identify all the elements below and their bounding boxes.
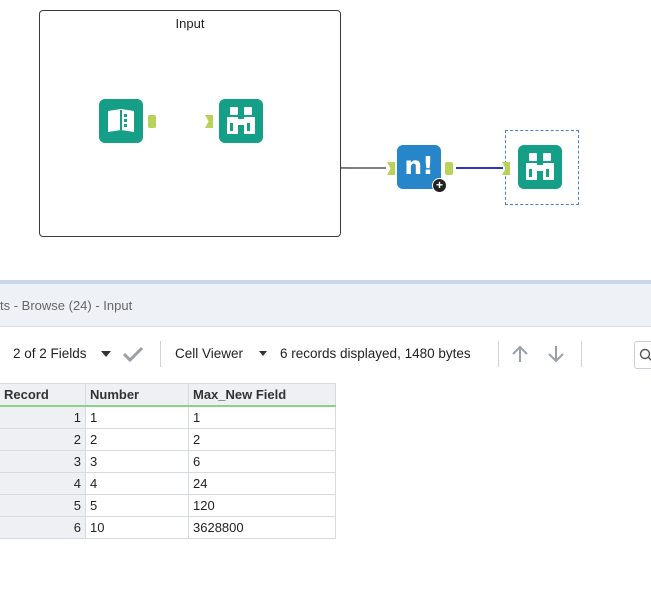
table-row[interactable]: 5 5 120 — [0, 494, 336, 517]
max-new-field-cell[interactable]: 2 — [188, 428, 336, 451]
records-info: 6 records displayed, 1480 bytes — [280, 346, 471, 361]
number-cell[interactable]: 3 — [85, 450, 189, 473]
cell-viewer-button[interactable]: Cell Viewer — [175, 346, 243, 361]
toolbar-separator — [160, 341, 161, 367]
column-header-record[interactable]: Record — [0, 383, 86, 407]
results-toolbar: 2 of 2 Fields Cell Viewer 6 records disp… — [0, 327, 651, 381]
number-cell[interactable]: 4 — [85, 472, 189, 495]
arrow-down-icon[interactable] — [547, 345, 565, 363]
number-cell[interactable]: 5 — [85, 494, 189, 517]
output-anchor[interactable] — [148, 115, 156, 128]
binoculars-icon — [526, 153, 554, 180]
max-new-field-cell[interactable]: 120 — [188, 494, 336, 517]
input-container[interactable]: Input — [39, 10, 341, 237]
number-cell[interactable]: 1 — [85, 405, 189, 429]
table-row[interactable]: 4 4 24 — [0, 472, 336, 495]
chevron-down-icon[interactable] — [259, 351, 267, 356]
workflow-canvas[interactable]: Input n! + — [0, 0, 651, 280]
browse-tool-1[interactable] — [219, 99, 263, 143]
column-header-max-new-field[interactable]: Max_New Field — [188, 383, 336, 407]
table-row[interactable]: 6 10 3628800 — [0, 516, 336, 539]
record-cell: 6 — [0, 516, 86, 539]
fields-selector[interactable]: 2 of 2 Fields — [13, 346, 87, 361]
record-cell: 4 — [0, 472, 86, 495]
search-icon — [639, 348, 651, 361]
toolbar-separator — [581, 341, 582, 367]
results-header: ts - Browse (24) - Input — [0, 284, 651, 327]
search-input[interactable] — [634, 341, 651, 369]
browse-tool-2[interactable] — [518, 145, 562, 189]
table-row[interactable]: 3 3 6 — [0, 450, 336, 473]
results-grid: Record Number Max_New Field 1 1 1 2 2 2 … — [0, 383, 336, 539]
number-cell[interactable]: 2 — [85, 428, 189, 451]
header-row: Record Number Max_New Field — [0, 383, 336, 407]
table-row[interactable]: 2 2 2 — [0, 428, 336, 451]
record-cell: 2 — [0, 428, 86, 451]
number-cell[interactable]: 10 — [85, 516, 189, 539]
toolbar-separator — [498, 341, 499, 367]
formula-icon: n! — [404, 151, 434, 180]
add-icon[interactable]: + — [432, 178, 447, 193]
record-cell: 3 — [0, 450, 86, 473]
record-cell: 5 — [0, 494, 86, 517]
binoculars-icon — [227, 107, 255, 134]
table-row[interactable]: 1 1 1 — [0, 405, 336, 429]
record-cell: 1 — [0, 405, 86, 429]
column-header-number[interactable]: Number — [85, 383, 189, 407]
results-title: ts - Browse (24) - Input — [0, 298, 133, 313]
chevron-down-icon[interactable] — [101, 351, 111, 357]
text-input-tool[interactable] — [99, 99, 143, 143]
arrow-up-icon[interactable] — [511, 345, 529, 363]
formula-output-anchor[interactable] — [445, 162, 453, 175]
max-new-field-cell[interactable]: 3628800 — [188, 516, 336, 539]
text-input-icon — [108, 109, 134, 132]
container-title: Input — [175, 16, 205, 31]
max-new-field-cell[interactable]: 6 — [188, 450, 336, 473]
max-new-field-cell[interactable]: 1 — [188, 405, 336, 429]
checkmark-icon[interactable] — [122, 345, 144, 363]
max-new-field-cell[interactable]: 24 — [188, 472, 336, 495]
